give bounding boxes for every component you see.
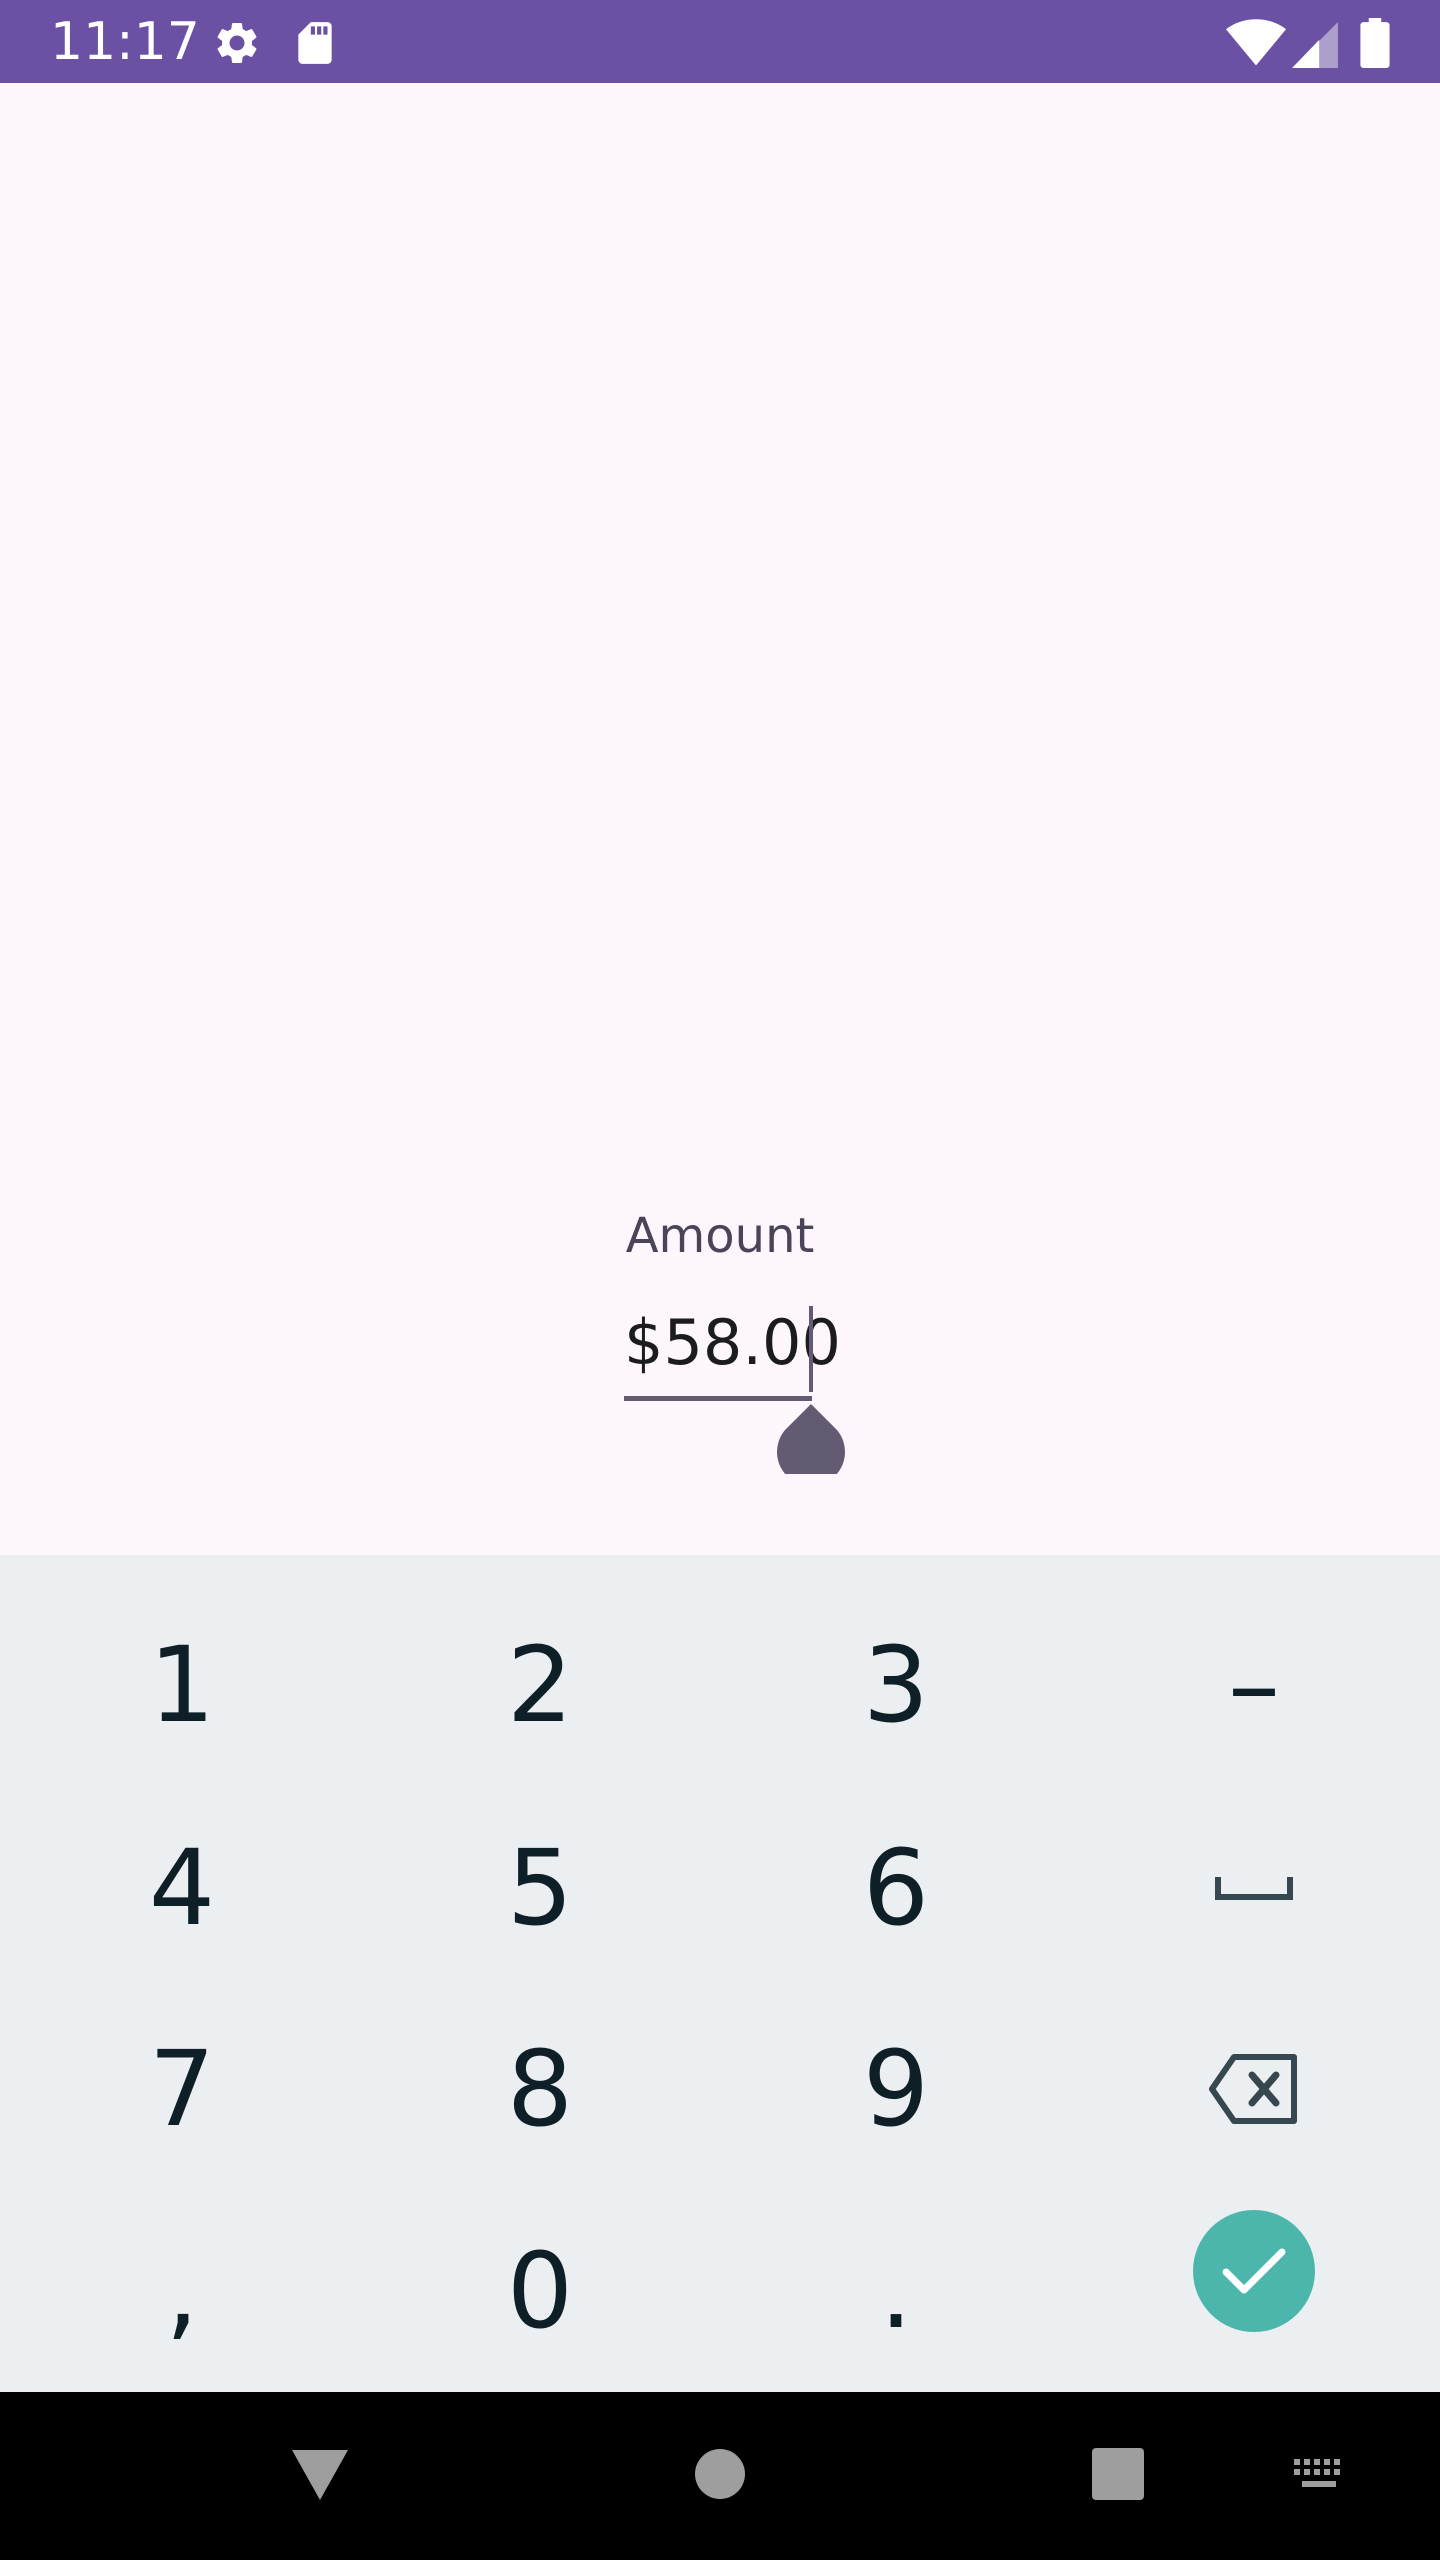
amount-label: Amount: [625, 1208, 815, 1264]
key-minus[interactable]: –: [1076, 1585, 1432, 1785]
status-bar: 11:17: [0, 0, 1440, 83]
backspace-icon: [1208, 2053, 1300, 2125]
signal-icon: [1292, 18, 1342, 69]
key-comma[interactable]: ,: [4, 2191, 360, 2391]
key-label: 6: [862, 1827, 930, 1949]
key-label: .: [879, 2230, 913, 2352]
key-label: ,: [165, 2230, 199, 2352]
key-3[interactable]: 3: [718, 1585, 1074, 1785]
numeric-keyboard: 1 2 3 – 4 5 6 7 8 9 , 0 .: [0, 1555, 1440, 2392]
key-label: 0: [506, 2230, 574, 2352]
keyboard-switch-button[interactable]: [1280, 2446, 1360, 2506]
key-label: 4: [148, 1827, 216, 1949]
home-icon: [694, 2448, 746, 2505]
back-icon: [288, 2446, 352, 2507]
status-time: 11:17: [50, 12, 200, 72]
navigation-bar: [0, 2392, 1440, 2560]
key-label: 5: [506, 1827, 574, 1949]
space-icon: [1214, 1873, 1294, 1903]
key-label: 9: [862, 2028, 930, 2150]
key-label: 2: [506, 1624, 574, 1746]
key-7[interactable]: 7: [4, 1989, 360, 2189]
key-8[interactable]: 8: [362, 1989, 718, 2189]
back-button[interactable]: [280, 2436, 360, 2516]
key-label: 3: [862, 1624, 930, 1746]
checkmark-icon: [1222, 2246, 1286, 2296]
done-button: [1193, 2210, 1315, 2332]
key-done[interactable]: [1076, 2171, 1432, 2371]
home-button[interactable]: [680, 2436, 760, 2516]
cursor-handle[interactable]: [775, 1402, 847, 1486]
key-label: 8: [506, 2028, 574, 2150]
key-label: –: [1228, 1624, 1280, 1746]
key-label: 7: [148, 2028, 216, 2150]
key-backspace[interactable]: [1076, 1989, 1432, 2189]
recents-button[interactable]: [1078, 2436, 1158, 2516]
keyboard-switch-icon: [1292, 2457, 1348, 2496]
amount-input[interactable]: $58.00: [624, 1300, 841, 1404]
key-4[interactable]: 4: [4, 1788, 360, 1988]
key-2[interactable]: 2: [362, 1585, 718, 1785]
battery-icon: [1358, 18, 1392, 68]
key-9[interactable]: 9: [718, 1989, 1074, 2189]
key-5[interactable]: 5: [362, 1788, 718, 1988]
gear-icon: [212, 18, 262, 68]
key-label: 1: [148, 1624, 216, 1746]
input-underline: [624, 1396, 812, 1401]
wifi-icon: [1226, 18, 1286, 68]
sd-card-icon: [290, 18, 340, 68]
text-cursor: [809, 1306, 813, 1392]
key-space[interactable]: [1076, 1788, 1432, 1988]
key-0[interactable]: 0: [362, 2191, 718, 2391]
key-6[interactable]: 6: [718, 1788, 1074, 1988]
key-1[interactable]: 1: [4, 1585, 360, 1785]
key-period[interactable]: .: [718, 2191, 1074, 2391]
recents-icon: [1091, 2447, 1145, 2506]
